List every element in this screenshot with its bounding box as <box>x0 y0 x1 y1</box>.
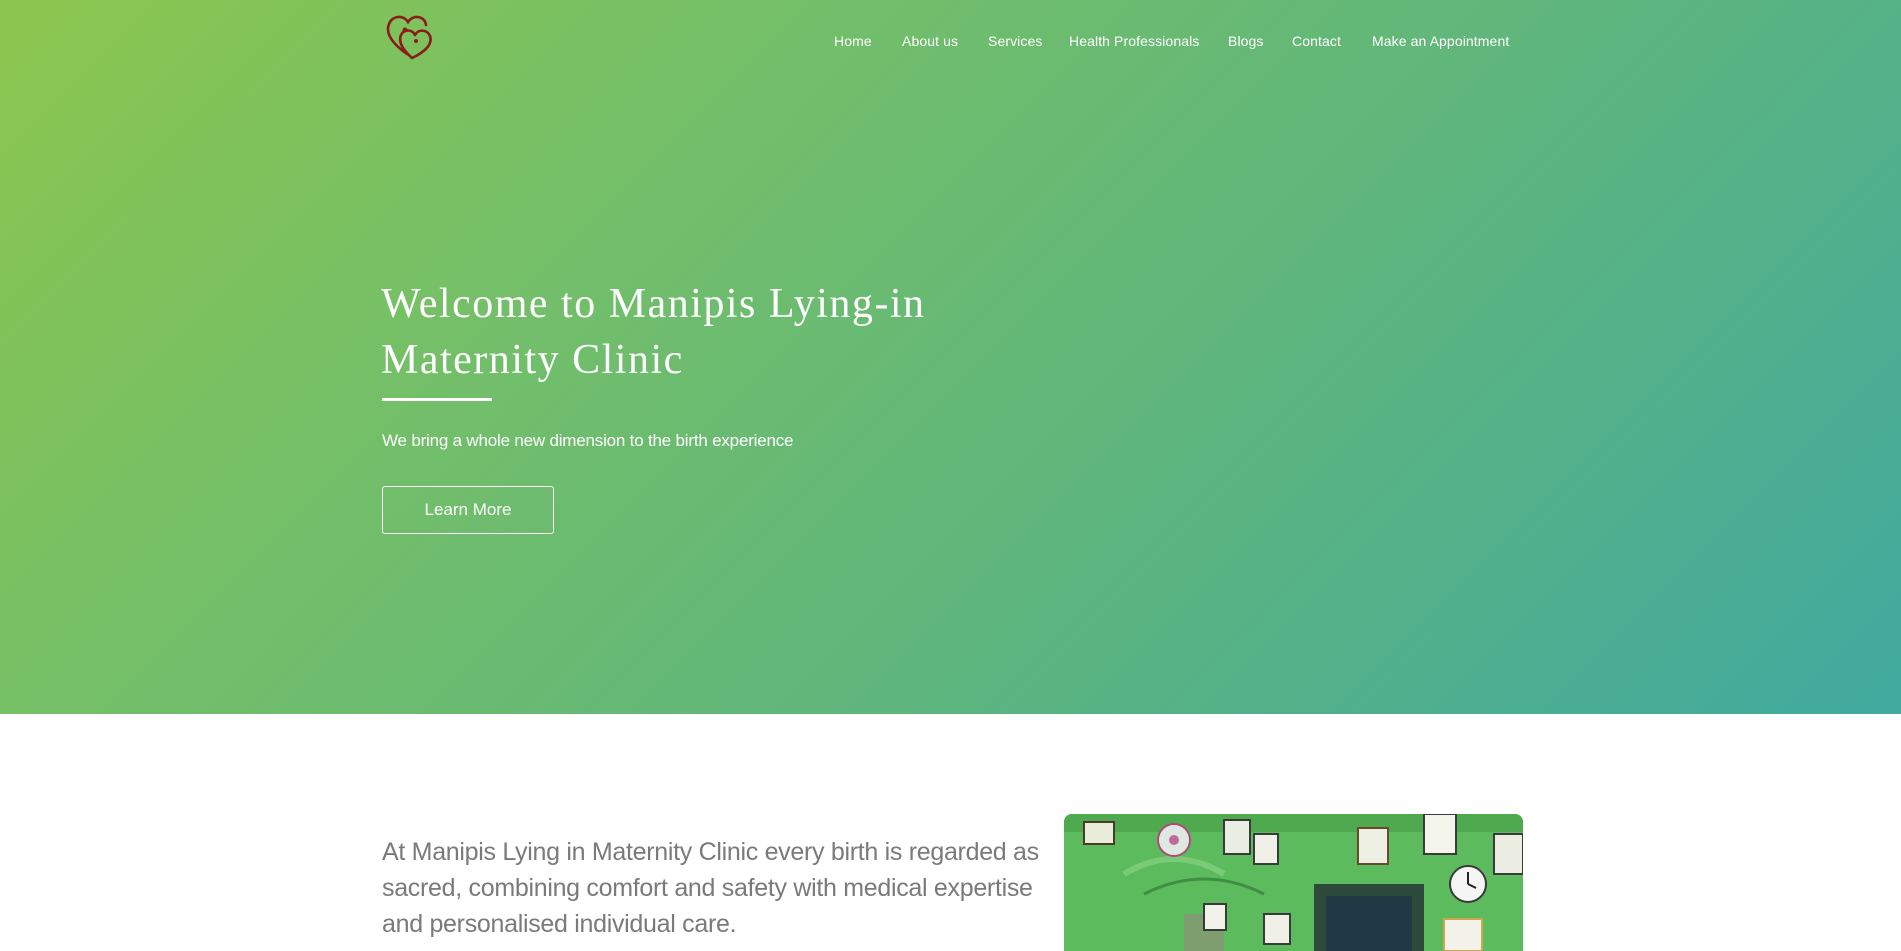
nav-make-appointment[interactable]: Make an Appointment <box>1372 33 1509 49</box>
nav-blogs[interactable]: Blogs <box>1228 33 1264 49</box>
hero-title: Welcome to Manipis Lying-in Maternity Cl… <box>381 281 926 383</box>
learn-more-button[interactable]: Learn More <box>382 486 554 534</box>
clinic-interior-photo <box>1064 814 1523 951</box>
hero-section: Home About us Services Health Profession… <box>0 0 1901 714</box>
nav-contact[interactable]: Contact <box>1292 33 1341 49</box>
nav-services[interactable]: Services <box>988 33 1042 49</box>
hero-title-underline <box>382 398 492 401</box>
hero-subtitle: We bring a whole new dimension to the bi… <box>382 431 794 450</box>
clinic-interior-illustration <box>1064 814 1523 951</box>
main-nav: Home About us Services Health Profession… <box>0 33 1901 53</box>
about-intro-text: At Manipis Lying in Maternity Clinic eve… <box>382 838 1039 938</box>
nav-health-professionals[interactable]: Health Professionals <box>1069 33 1199 49</box>
nav-home[interactable]: Home <box>834 33 872 49</box>
nav-about-us[interactable]: About us <box>902 33 958 49</box>
